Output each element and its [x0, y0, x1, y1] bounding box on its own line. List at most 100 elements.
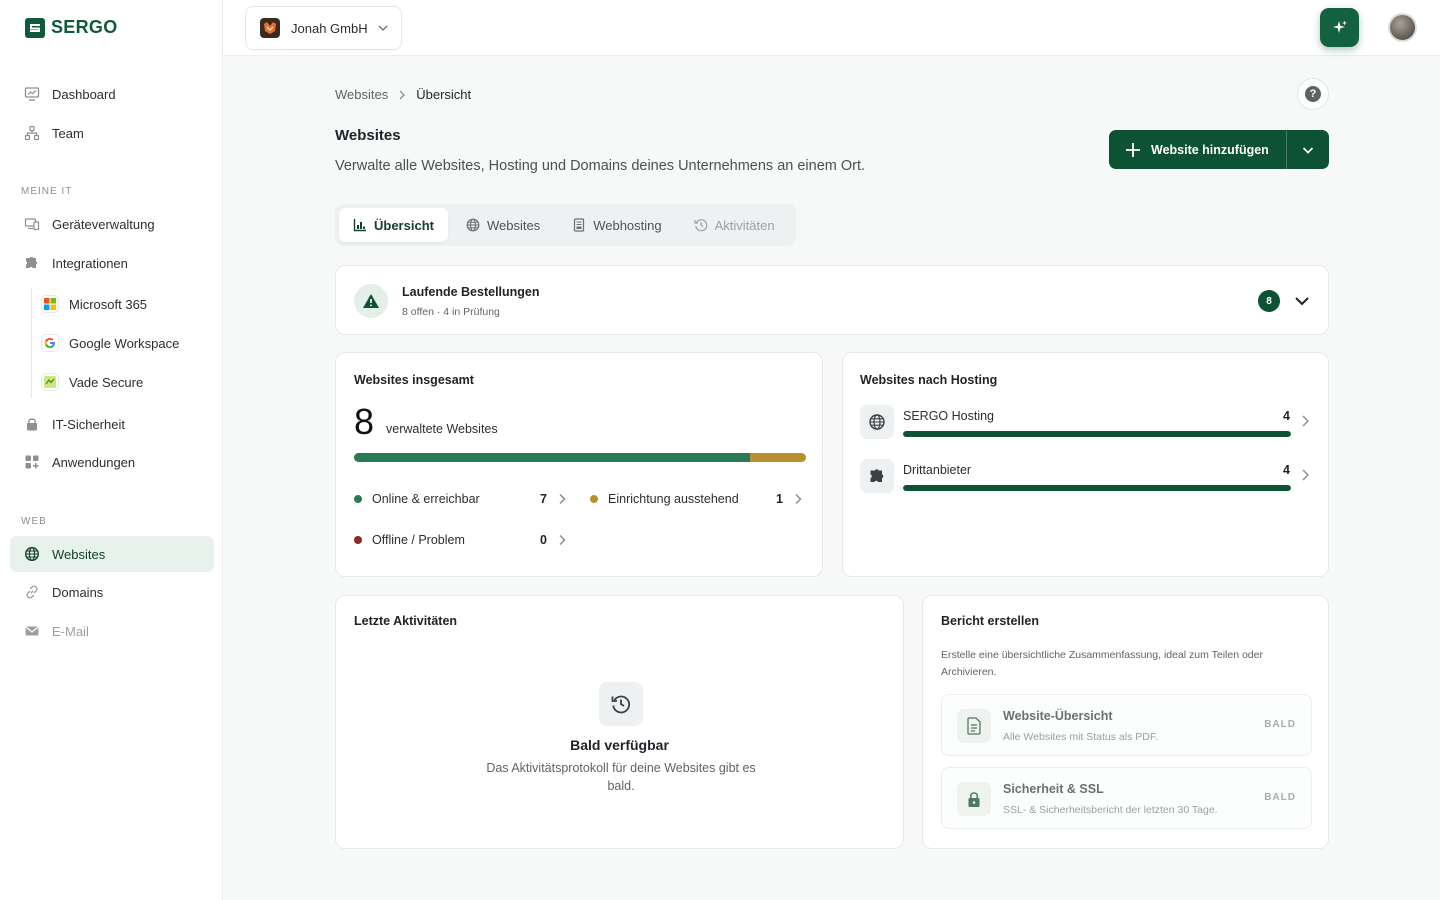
sidebar-item-websites[interactable]: Websites [10, 536, 214, 572]
tab-bar: Übersicht Websites Webhosting Aktivitäte… [335, 204, 796, 246]
websites-total-card: Websites insgesamt 8 verwaltete Websites… [335, 352, 823, 577]
puzzle-icon [860, 459, 894, 493]
tab-uebersicht[interactable]: Übersicht [339, 208, 448, 242]
globe-icon [466, 218, 480, 232]
report-item-name: Website-Übersicht [1003, 709, 1113, 723]
create-report-card: Bericht erstellen Erstelle eine übersich… [922, 595, 1329, 849]
report-item-website-overview: Website-Übersicht Alle Websites mit Stat… [941, 694, 1312, 756]
tab-label: Übersicht [374, 217, 434, 233]
globe-icon [860, 405, 894, 439]
sidebar-item-label: Websites [52, 546, 106, 562]
sidebar-item-label: IT-Sicherheit [52, 416, 125, 432]
status-dot-online [354, 495, 362, 503]
bar-chart-icon [353, 218, 367, 232]
sidebar-item-team[interactable]: Team [10, 115, 214, 151]
breadcrumb: Websites Übersicht [335, 87, 471, 102]
sidebar-item-label: Anwendungen [52, 454, 136, 470]
stat-setup-pending[interactable]: Einrichtung ausstehend 1 [590, 489, 806, 509]
chevron-right-icon [557, 493, 567, 505]
history-icon [694, 218, 708, 232]
pending-orders-card[interactable]: Laufende Bestellungen 8 offen · 4 in Prü… [335, 265, 1329, 335]
report-item-description: SSL- & Sicherheitsbericht der letzten 30… [1003, 804, 1218, 816]
stat-value: 0 [540, 533, 547, 547]
tab-aktivitaeten[interactable]: Aktivitäten [680, 208, 789, 242]
hosting-row-third-party[interactable]: Drittanbieter 4 [860, 459, 1315, 499]
progress-segment-1 [749, 453, 806, 462]
stat-online[interactable]: Online & erreichbar 7 [354, 489, 570, 509]
stat-label: Online & erreichbar [372, 492, 480, 506]
tab-webhosting[interactable]: Webhosting [558, 208, 675, 242]
progress-segment-0 [354, 453, 750, 462]
sidebar-item-vade-secure[interactable]: Vade Secure [36, 365, 214, 399]
report-card-description: Erstelle eine übersichtliche Zusammenfas… [941, 649, 1263, 678]
sergo-logo[interactable]: SERGO [25, 17, 118, 38]
tab-label: Aktivitäten [714, 217, 775, 233]
tab-label: Webhosting [593, 217, 662, 233]
organization-name: Jonah GmbH [291, 20, 368, 36]
sidebar-item-microsoft-365[interactable]: Microsoft 365 [36, 287, 214, 321]
sidebar-item-e-mail[interactable]: E-Mail [10, 613, 214, 649]
sidebar-item-google-workspace[interactable]: Google Workspace [36, 326, 214, 360]
tab-label: Websites [486, 217, 541, 233]
stat-value: 7 [540, 492, 547, 506]
add-website-button[interactable]: Website hinzufügen [1109, 130, 1287, 169]
pending-orders-title: Laufende Bestellungen [402, 285, 540, 299]
lock-icon [957, 782, 991, 816]
stat-value: 1 [776, 492, 783, 506]
hosting-row-bar [903, 485, 1291, 491]
pending-orders-summary: 8 offen · 4 in Prüfung [402, 306, 500, 318]
plus-icon [1124, 141, 1142, 159]
help-button[interactable]: ? [1297, 78, 1329, 110]
hosting-row-sergo[interactable]: SERGO Hosting 4 [860, 405, 1315, 445]
sidebar-item-anwendungen[interactable]: Anwendungen [10, 444, 214, 480]
chevron-right-icon [793, 493, 803, 505]
breadcrumb-current: Übersicht [416, 87, 472, 102]
organization-switcher[interactable]: Jonah GmbH [245, 6, 402, 50]
hosting-row-label: SERGO Hosting [903, 409, 995, 423]
websites-total-title: Websites insgesamt [354, 373, 474, 387]
sidebar-item-dashboard[interactable]: Dashboard [10, 76, 214, 112]
status-dot-offline [354, 536, 362, 544]
sidebar-item-label: Vade Secure [69, 374, 144, 390]
ai-assistant-button[interactable] [1320, 8, 1359, 47]
page-subtitle: Verwalte alle Websites, Hosting und Doma… [335, 158, 866, 174]
submenu-line [31, 288, 32, 398]
coming-soon-badge: BALD [1264, 792, 1296, 803]
coming-soon-text: Das Aktivitätsprotokoll für deine Websit… [486, 761, 756, 793]
sidebar-item-it-sicherheit[interactable]: IT-Sicherheit [10, 406, 214, 442]
breadcrumb-parent-link[interactable]: Websites [335, 87, 388, 102]
report-item-name: Sicherheit & SSL [1003, 782, 1104, 796]
vade-logo-icon [41, 373, 59, 391]
sidebar-item-domains[interactable]: Domains [10, 574, 214, 610]
page-title: Websites [335, 127, 401, 144]
websites-status-progress-bar [354, 453, 806, 462]
sidebar-item-integrationen[interactable]: Integrationen [10, 245, 214, 281]
user-avatar[interactable] [1388, 13, 1417, 42]
chevron-right-icon [397, 90, 407, 100]
apps-grid-icon [23, 453, 41, 471]
sidebar-item-label: Microsoft 365 [69, 296, 148, 312]
tab-websites[interactable]: Websites [452, 208, 554, 242]
sidebar-item-label: E-Mail [52, 623, 89, 639]
coming-soon-title: Bald verfügbar [570, 737, 669, 753]
chevron-down-icon[interactable] [1293, 292, 1311, 310]
websites-total-label: verwaltete Websites [386, 422, 498, 436]
activities-card-title: Letzte Aktivitäten [354, 614, 458, 628]
sidebar-item-label: Google Workspace [69, 335, 180, 351]
add-website-dropdown-button[interactable] [1287, 130, 1329, 169]
status-dot-pending [590, 495, 598, 503]
sidebar-item-label: Dashboard [52, 86, 116, 102]
chevron-down-icon [1301, 143, 1315, 157]
stat-offline[interactable]: Offline / Problem 0 [354, 530, 570, 550]
hosting-row-bar-fill [903, 431, 1291, 437]
globe-icon [23, 545, 41, 563]
google-logo-icon [41, 334, 59, 352]
pending-orders-count-badge: 8 [1258, 290, 1280, 312]
sidebar: SERGO Dashboard Team MEINE IT Geräteverw… [0, 0, 223, 900]
warning-icon [354, 284, 388, 318]
hosting-row-value: 4 [1283, 463, 1290, 477]
sidebar-item-geraeteverwaltung[interactable]: Geräteverwaltung [10, 206, 214, 242]
add-website-label: Website hinzufügen [1151, 142, 1269, 157]
monitor-chart-icon [23, 85, 41, 103]
report-item-security-ssl: Sicherheit & SSL SSL- & Sicherheitsberic… [941, 767, 1312, 829]
